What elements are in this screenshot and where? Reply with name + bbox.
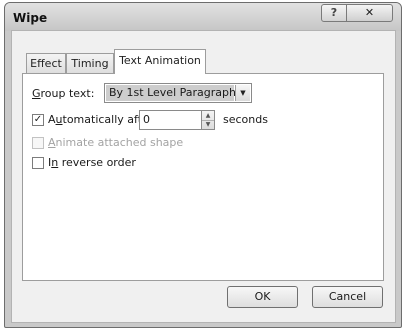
text-animation-panel: Group text: By 1st Level Paragraphs ▼ ✓ …	[22, 73, 384, 281]
tab-timing[interactable]: Timing	[66, 53, 114, 73]
automatically-after-checkbox[interactable]: ✓	[32, 114, 44, 126]
chevron-down-icon[interactable]: ▼	[235, 85, 250, 101]
animate-attached-shape-label: Animate attached shape	[48, 136, 184, 149]
group-text-value: By 1st Level Paragraphs	[106, 85, 242, 101]
group-text-select[interactable]: By 1st Level Paragraphs ▼	[104, 83, 252, 103]
animate-attached-shape-checkbox	[32, 137, 44, 149]
title-bar: Wipe ? ✕	[5, 3, 401, 31]
dialog-body: Effect Timing Text Animation Group text:…	[11, 30, 396, 323]
seconds-label: seconds	[223, 113, 268, 126]
tab-effect[interactable]: Effect	[26, 53, 66, 73]
seconds-spinner[interactable]: ▲ ▼	[202, 110, 215, 130]
ok-button[interactable]: OK	[227, 286, 298, 308]
group-text-label: Group text:	[32, 87, 95, 100]
automatically-after-seconds-input[interactable]: 0	[139, 110, 202, 130]
help-icon: ?	[330, 6, 338, 19]
dialog-title: Wipe	[13, 11, 48, 25]
automatically-after-label[interactable]: Automatically after	[48, 113, 153, 126]
help-button[interactable]: ?	[321, 4, 347, 22]
close-button[interactable]: ✕	[346, 4, 393, 22]
reverse-order-checkbox[interactable]	[32, 157, 44, 169]
cancel-button[interactable]: Cancel	[312, 286, 383, 308]
tab-text-animation[interactable]: Text Animation	[114, 49, 206, 74]
wipe-dialog: Wipe ? ✕ Effect Timing Text Animation Gr…	[4, 2, 402, 328]
checkmark-icon: ✓	[33, 114, 43, 125]
close-icon: ✕	[364, 6, 375, 19]
spin-down-icon[interactable]: ▼	[202, 120, 214, 129]
reverse-order-label[interactable]: In reverse order	[48, 156, 136, 169]
